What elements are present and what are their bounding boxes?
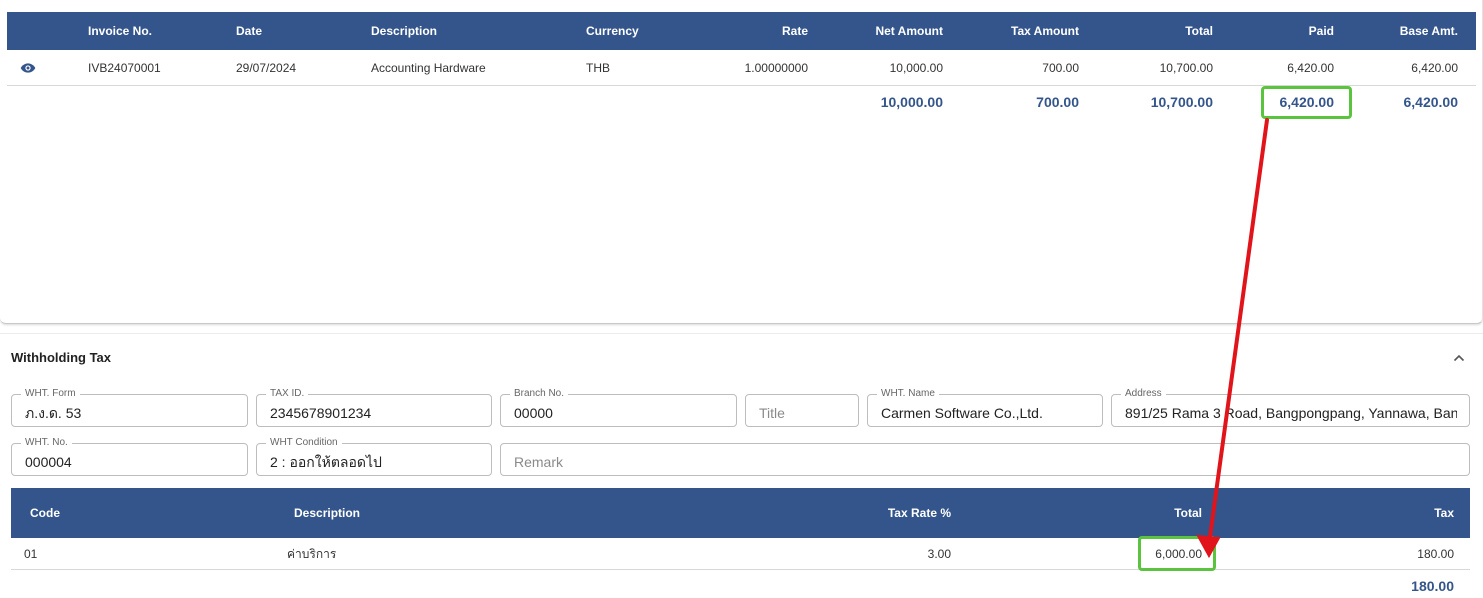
total-total: 10,700.00 [1150, 94, 1213, 110]
cell-total: 10,700.00 [1159, 61, 1213, 75]
wht-form-field[interactable]: WHT. Form ภ.ง.ด. 53 [11, 387, 248, 427]
col-tax-rate[interactable]: Tax Rate % [811, 488, 951, 538]
title-field[interactable]: Title [745, 394, 859, 427]
wht-no-value: 000004 [25, 454, 72, 470]
col-total[interactable]: Total [1097, 12, 1213, 50]
cell-tax: 180.00 [1417, 547, 1454, 561]
tax-id-field[interactable]: TAX ID. 2345678901234 [256, 387, 492, 427]
wht-no-field[interactable]: WHT. No. 000004 [11, 436, 248, 476]
col-code[interactable]: Code [30, 488, 60, 538]
col-invoice-no[interactable]: Invoice No. [88, 12, 152, 50]
wht-condition-field[interactable]: WHT Condition 2 : ออกให้ตลอดไป [256, 436, 492, 476]
chevron-up-icon[interactable] [1452, 351, 1466, 365]
cell-net-amount: 10,000.00 [889, 61, 943, 75]
table-row[interactable]: IVB24070001 29/07/2024 Accounting Hardwa… [7, 50, 1476, 86]
col-base-amt[interactable]: Base Amt. [1352, 12, 1458, 50]
invoice-card: Invoice No. Date Description Currency Ra… [0, 0, 1483, 324]
cell-paid: 6,420.00 [1287, 61, 1334, 75]
wht-name-field[interactable]: WHT. Name Carmen Software Co.,Ltd. [867, 387, 1103, 427]
cell-tax-amount: 700.00 [1042, 61, 1079, 75]
cell-wht-description: ค่าบริการ [287, 547, 337, 561]
col-currency[interactable]: Currency [586, 12, 639, 50]
branch-no-value: 00000 [514, 405, 553, 421]
title-placeholder: Title [759, 405, 785, 421]
table-row[interactable]: 01 ค่าบริการ 3.00 6,000.00 180.00 [11, 538, 1470, 570]
section-divider [0, 333, 1483, 334]
invoice-table-header: Invoice No. Date Description Currency Ra… [7, 12, 1476, 50]
col-net-amount[interactable]: Net Amount [827, 12, 943, 50]
page: Invoice No. Date Description Currency Ra… [0, 0, 1483, 598]
eye-icon[interactable] [20, 61, 36, 75]
total-highlight-box [1138, 536, 1216, 571]
cell-code: 01 [24, 547, 38, 561]
wht-name-value: Carmen Software Co.,Ltd. [881, 405, 1043, 421]
col-tax-amount[interactable]: Tax Amount [967, 12, 1079, 50]
cell-base-amt: 6,420.00 [1411, 61, 1458, 75]
col-rate[interactable]: Rate [687, 12, 808, 50]
cell-description: Accounting Hardware [371, 61, 486, 75]
remark-field[interactable]: Remark [500, 443, 1470, 476]
section-title: Withholding Tax [11, 350, 112, 365]
wht-form-value: ภ.ง.ด. 53 [25, 405, 82, 421]
cell-date: 29/07/2024 [236, 61, 297, 75]
branch-no-field[interactable]: Branch No. 00000 [500, 387, 737, 427]
wht-total-tax: 180.00 [1411, 578, 1454, 594]
col-paid[interactable]: Paid [1227, 12, 1334, 50]
wht-condition-value: 2 : ออกให้ตลอดไป [270, 454, 382, 470]
total-base-amt: 6,420.00 [1403, 94, 1459, 110]
col-wht-total[interactable]: Total [1061, 488, 1202, 538]
cell-rate: 1.00000000 [744, 61, 808, 75]
wht-table-header: Code Description Tax Rate % Total Tax [11, 488, 1470, 538]
col-description[interactable]: Description [371, 12, 437, 50]
col-date[interactable]: Date [236, 12, 262, 50]
address-field[interactable]: Address 891/25 Rama 3 Road, Bangpongpang… [1111, 387, 1470, 427]
cell-tax-rate: 3.00 [927, 547, 951, 561]
col-tax[interactable]: Tax [1311, 488, 1454, 538]
cell-currency: THB [586, 61, 610, 75]
total-tax-amount: 700.00 [1036, 94, 1079, 110]
paid-highlight-box [1261, 86, 1352, 119]
col-wht-description[interactable]: Description [294, 488, 360, 538]
total-net-amount: 10,000.00 [880, 94, 943, 110]
cell-invoice-no: IVB24070001 [88, 61, 161, 75]
address-value: 891/25 Rama 3 Road, Bangpongpang, Yannaw… [1125, 405, 1457, 421]
remark-placeholder: Remark [514, 454, 564, 470]
tax-id-value: 2345678901234 [270, 405, 372, 421]
invoice-totals-row: 10,000.00 700.00 10,700.00 6,420.00 6,42… [7, 86, 1476, 118]
